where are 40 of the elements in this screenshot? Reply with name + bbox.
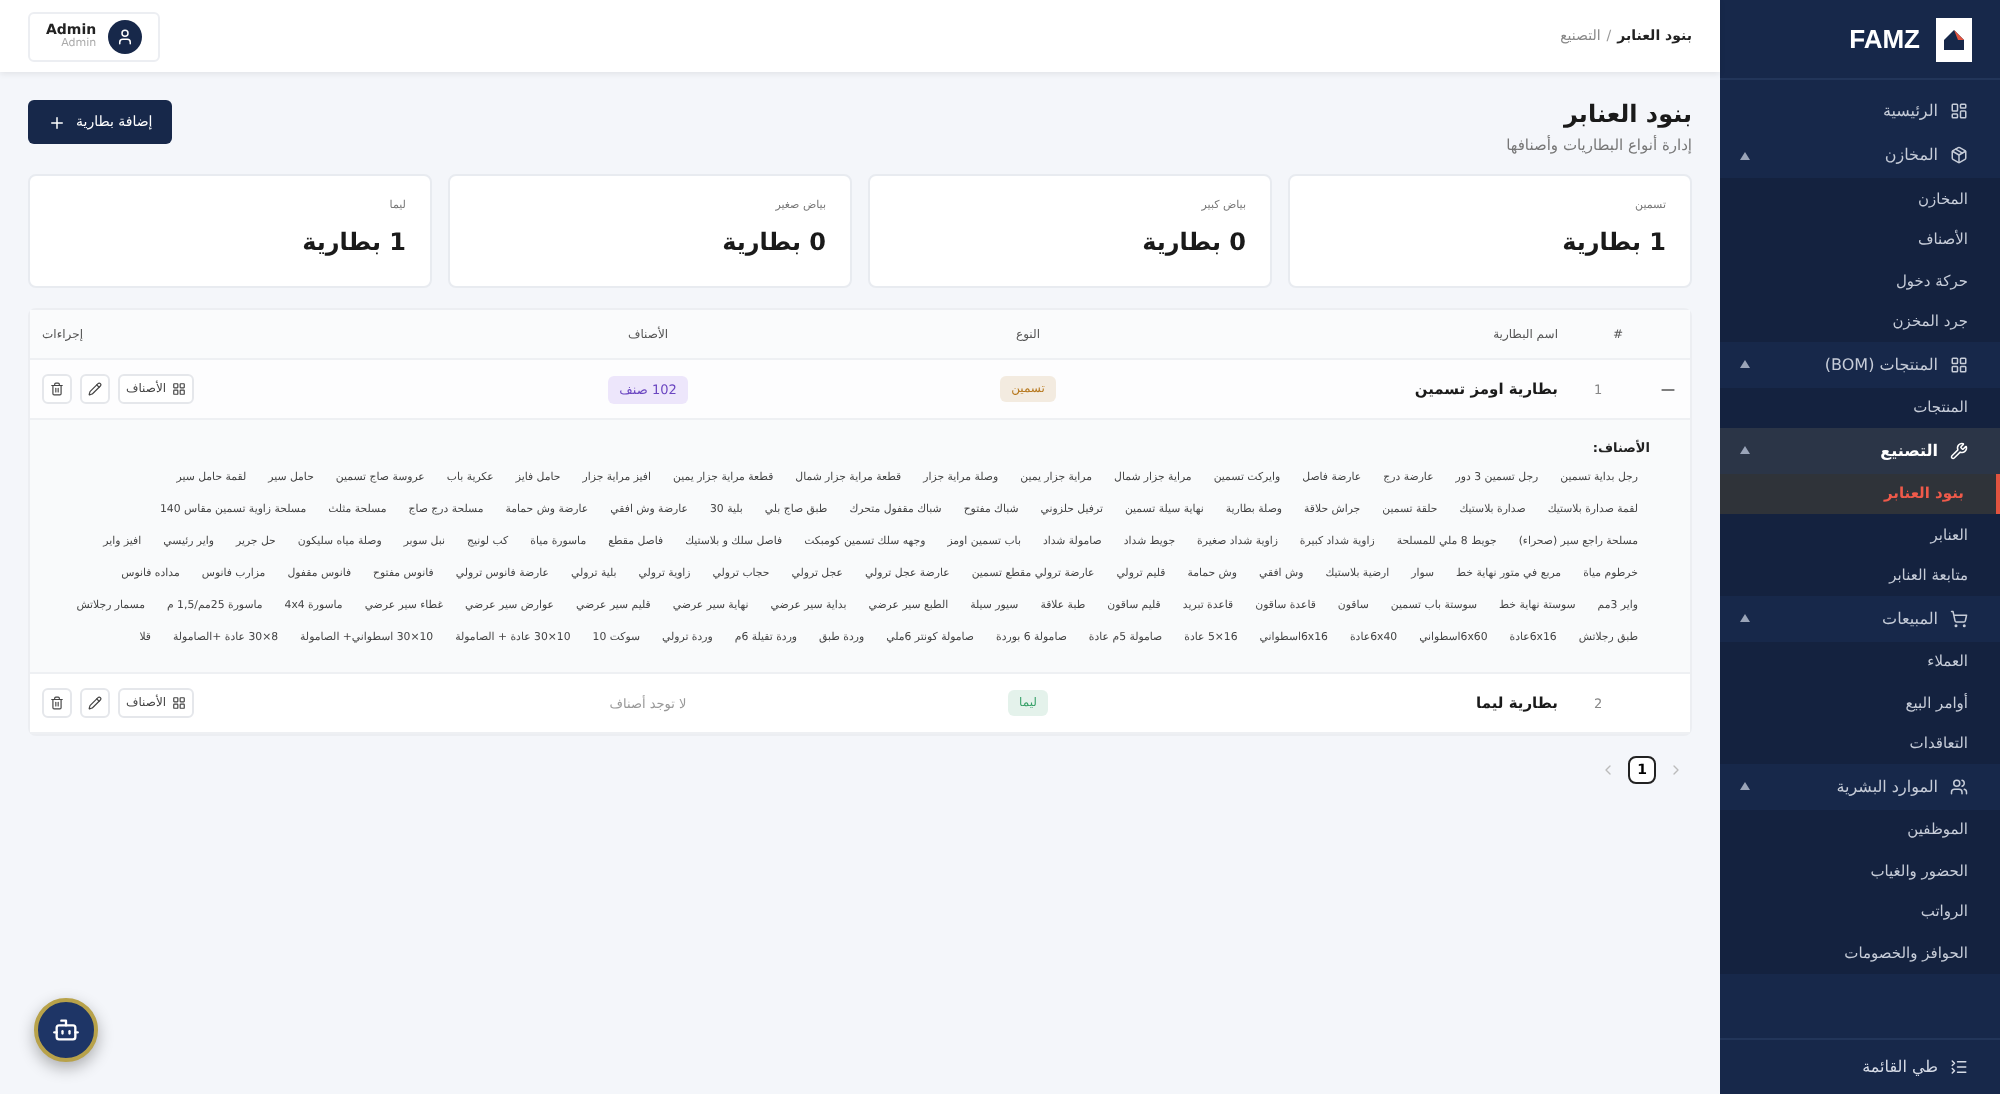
stat-value: 1 بطارية xyxy=(300,228,406,256)
caret-icon xyxy=(1740,446,1750,455)
wrench-icon xyxy=(1950,441,1968,460)
robot-icon xyxy=(52,1016,80,1044)
edit-button[interactable] xyxy=(80,688,110,718)
page-title: بنود العنابر xyxy=(1561,100,1692,128)
grid-icon xyxy=(1950,355,1968,374)
nav-item[interactable]: المبيعات xyxy=(1720,596,2000,641)
caret-icon xyxy=(1740,614,1750,623)
stat-value: 0 بطارية xyxy=(720,228,826,256)
pencil-icon xyxy=(88,382,102,396)
grid-icon xyxy=(172,382,187,396)
cart-icon xyxy=(1950,609,1968,628)
collapse-icon xyxy=(1950,1058,1968,1076)
assistant-button[interactable] xyxy=(34,998,98,1062)
dashboard-icon xyxy=(1950,101,1968,120)
delete-button[interactable] xyxy=(42,688,72,718)
nav-item[interactable]: المخازن xyxy=(1720,133,2000,178)
nav-item[interactable]: الموارد البشرية xyxy=(1720,764,2000,809)
caret-icon xyxy=(1740,360,1750,369)
nav-item[interactable]: الرئيسية xyxy=(1720,88,2000,133)
box-icon xyxy=(1950,146,1968,165)
users-icon xyxy=(1950,777,1968,796)
collapse-menu-button[interactable]: طي القائمة xyxy=(1720,1038,2000,1094)
trash-icon xyxy=(50,696,64,710)
pencil-icon xyxy=(88,696,102,710)
nav-item[interactable]: المنتجات (BOM) xyxy=(1720,342,2000,387)
stat-value: 0 بطارية xyxy=(1140,228,1246,256)
nav-item[interactable]: التصنيع xyxy=(1720,428,2000,473)
plus-icon xyxy=(48,113,66,131)
logo-icon xyxy=(1936,17,1972,61)
grid-icon xyxy=(172,696,187,710)
avatar-icon xyxy=(108,19,143,53)
brand-name: FAMZ xyxy=(1849,24,1920,54)
edit-button[interactable] xyxy=(80,374,110,404)
delete-button[interactable] xyxy=(42,374,72,404)
stat-value: 1 بطارية xyxy=(1560,228,1666,256)
trash-icon xyxy=(50,382,64,396)
caret-icon xyxy=(1740,782,1750,791)
caret-icon xyxy=(1740,151,1750,160)
